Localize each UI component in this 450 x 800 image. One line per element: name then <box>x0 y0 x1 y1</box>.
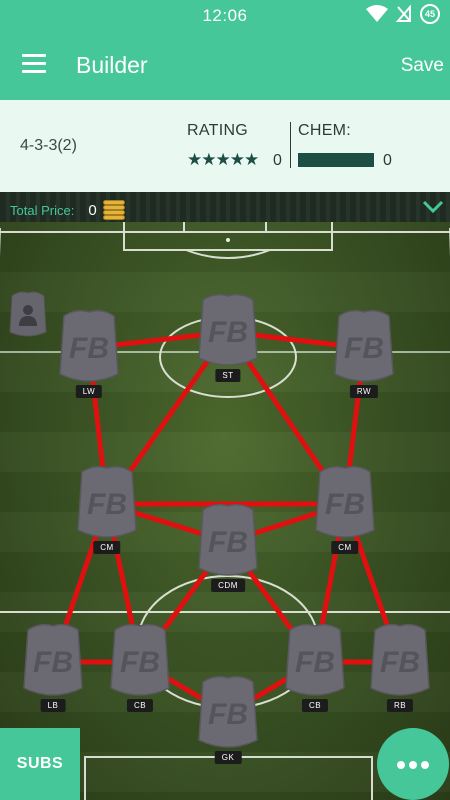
empty-card-icon: FB <box>110 623 170 696</box>
chem-bar <box>298 153 374 167</box>
menu-icon[interactable] <box>22 54 48 74</box>
position-label: LW <box>75 385 103 398</box>
squad-info-bar: 4-3-3(2) RATING ★★★★★ 0 CHEM: 0 <box>0 100 450 192</box>
position-label: CM <box>331 541 359 554</box>
save-button[interactable]: Save <box>401 55 444 77</box>
player-card-lcb[interactable]: FB CB <box>107 622 173 712</box>
more-dot <box>409 761 417 769</box>
player-card-lw[interactable]: FB LW <box>56 308 122 398</box>
divider <box>290 122 291 168</box>
empty-card-icon: FB <box>198 675 258 748</box>
card-logo: FB <box>325 488 365 521</box>
card-logo: FB <box>208 316 248 349</box>
total-price-label: Total Price: <box>10 202 75 218</box>
chem-value: 0 <box>383 152 392 169</box>
empty-card-icon: FB <box>198 293 258 366</box>
player-card-gk[interactable]: FB GK <box>195 674 261 764</box>
position-label: CB <box>301 699 329 712</box>
total-price: Total Price: 0 <box>10 200 125 220</box>
player-card-rcb[interactable]: FB CB <box>282 622 348 712</box>
card-logo: FB <box>208 698 248 731</box>
card-logo: FB <box>208 526 248 559</box>
position-label: GK <box>214 751 242 764</box>
chem-label: CHEM: <box>298 122 352 139</box>
empty-card-icon: FB <box>334 309 394 382</box>
position-label: CDM <box>211 579 245 592</box>
player-card-rcm[interactable]: FB CM <box>312 464 378 554</box>
no-signal-icon <box>396 5 411 22</box>
coins-icon <box>102 200 125 220</box>
position-label: RB <box>386 699 414 712</box>
more-dot <box>421 761 429 769</box>
manager-card-icon <box>9 291 47 337</box>
pitch: Total Price: 0 FB LW FB ST FB RW FB CM FB CM FB CDM… <box>0 192 450 800</box>
card-logo: FB <box>120 646 160 679</box>
wifi-icon <box>366 5 388 22</box>
stadium-strip: Total Price: 0 <box>0 192 450 222</box>
empty-card-icon: FB <box>315 465 375 538</box>
manager-slot[interactable] <box>6 290 50 342</box>
player-card-cdm[interactable]: FB CDM <box>195 502 261 592</box>
card-logo: FB <box>33 646 73 679</box>
card-logo: FB <box>344 332 384 365</box>
empty-card-icon: FB <box>23 623 83 696</box>
card-logo: FB <box>295 646 335 679</box>
player-card-rw[interactable]: FB RW <box>331 308 397 398</box>
position-label: CM <box>93 541 121 554</box>
empty-card-icon: FB <box>59 309 119 382</box>
position-label: LB <box>40 699 66 712</box>
rating-label: RATING <box>187 122 249 139</box>
card-logo: FB <box>69 332 109 365</box>
rating-stars: ★★★★★ <box>187 150 259 169</box>
empty-card-icon: FB <box>77 465 137 538</box>
empty-card-icon: FB <box>198 503 258 576</box>
formation-selector[interactable]: 4-3-3(2) <box>20 137 77 155</box>
player-card-rb[interactable]: FB RB <box>367 622 433 712</box>
subs-button[interactable]: SUBS <box>0 728 80 800</box>
card-logo: FB <box>380 646 420 679</box>
app-bar: Builder Save <box>0 30 450 100</box>
status-icons: 45 <box>366 4 440 24</box>
status-bar: 12:06 45 <box>0 0 450 30</box>
card-logo: FB <box>87 488 127 521</box>
player-card-lb[interactable]: FB LB <box>20 622 86 712</box>
empty-card-icon: FB <box>285 623 345 696</box>
more-options-button[interactable] <box>377 728 449 800</box>
player-card-lcm[interactable]: FB CM <box>74 464 140 554</box>
position-label: CB <box>126 699 154 712</box>
player-card-st[interactable]: FB ST <box>195 292 261 382</box>
check-icon[interactable] <box>422 198 444 214</box>
position-label: ST <box>215 369 241 382</box>
notification-badge: 45 <box>420 4 440 24</box>
total-price-value: 0 <box>88 201 97 219</box>
page-title: Builder <box>76 52 148 78</box>
empty-card-icon: FB <box>370 623 430 696</box>
position-label: RW <box>349 385 379 398</box>
rating-value: 0 <box>273 152 282 169</box>
more-dot <box>397 761 405 769</box>
